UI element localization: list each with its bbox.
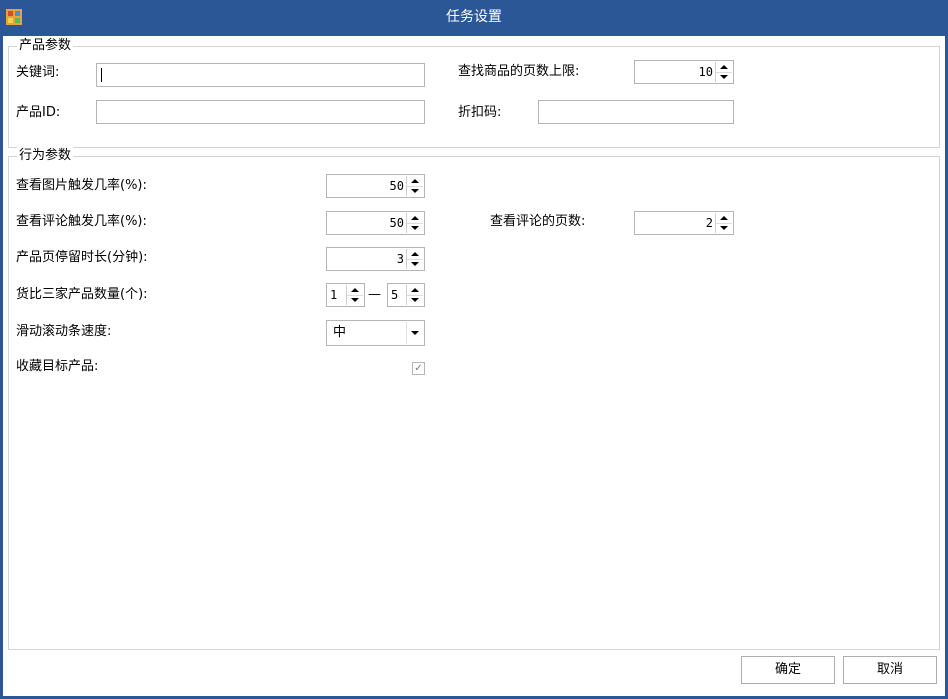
compare-max-spinner[interactable]: 5 <box>387 283 425 307</box>
stay-duration-value: 3 <box>396 252 404 266</box>
behavior-params-legend: 行为参数 <box>17 147 74 165</box>
spinner-buttons <box>715 62 732 82</box>
compare-min-spinner[interactable]: 1 <box>326 283 365 307</box>
arrow-down-icon <box>411 226 419 230</box>
ok-button[interactable]: 确定 <box>741 656 835 684</box>
view-review-label: 查看评论触发几率(%): <box>16 214 147 229</box>
view-image-spinner[interactable]: 50 <box>326 174 425 198</box>
compare-count-label: 货比三家产品数量(个): <box>16 287 148 302</box>
view-image-value: 50 <box>389 179 404 193</box>
text-caret <box>101 68 102 82</box>
spin-down-button[interactable] <box>407 186 423 196</box>
favorite-checkbox[interactable]: ✓ <box>412 362 425 375</box>
product-params-group: 产品参数 <box>8 37 940 148</box>
spin-down-button[interactable] <box>347 295 363 305</box>
spin-down-button[interactable] <box>716 223 732 233</box>
max-pages-value: 10 <box>698 65 713 79</box>
discount-code-input[interactable] <box>538 100 734 124</box>
behavior-params-group: 行为参数 <box>8 147 940 650</box>
arrow-down-icon <box>720 226 728 230</box>
spinner-buttons <box>406 249 423 269</box>
spin-down-button[interactable] <box>407 295 423 305</box>
spin-down-button[interactable] <box>407 259 423 269</box>
product-id-label: 产品ID: <box>16 105 61 120</box>
max-pages-label: 查找商品的页数上限: <box>458 64 580 79</box>
compare-max-value: 5 <box>391 288 399 302</box>
chevron-down-icon <box>411 331 419 335</box>
spinner-buttons <box>406 176 423 196</box>
product-id-input[interactable] <box>96 100 425 124</box>
discount-code-label: 折扣码: <box>458 105 502 120</box>
arrow-down-icon <box>411 262 419 266</box>
spin-down-button[interactable] <box>407 223 423 233</box>
review-pages-value: 2 <box>705 216 713 230</box>
stay-duration-spinner[interactable]: 3 <box>326 247 425 271</box>
arrow-down-icon <box>411 298 419 302</box>
arrow-up-icon <box>411 288 419 292</box>
review-pages-spinner[interactable]: 2 <box>634 211 734 235</box>
title-bar: 任务设置 <box>0 0 948 36</box>
max-pages-spinner[interactable]: 10 <box>634 60 734 84</box>
arrow-up-icon <box>351 288 359 292</box>
spinner-buttons <box>406 285 423 305</box>
scroll-speed-label: 滑动滚动条速度: <box>16 324 112 339</box>
compare-min-value: 1 <box>330 288 338 302</box>
window-title: 任务设置 <box>446 9 502 25</box>
view-review-value: 50 <box>389 216 404 230</box>
range-separator: — <box>368 287 381 302</box>
dropdown-button[interactable] <box>406 322 423 344</box>
dialog-client-area: 产品参数 关键词: 查找商品的页数上限: 10 产品ID: 折扣码: 行为参数 … <box>3 36 945 696</box>
arrow-down-icon <box>720 75 728 79</box>
favorite-label: 收藏目标产品: <box>16 359 99 374</box>
spinner-buttons <box>406 213 423 233</box>
keyword-label: 关键词: <box>16 65 60 80</box>
review-pages-label: 查看评论的页数: <box>490 214 586 229</box>
spin-down-button[interactable] <box>716 72 732 82</box>
stay-duration-label: 产品页停留时长(分钟): <box>16 250 148 265</box>
view-image-label: 查看图片触发几率(%): <box>16 178 147 193</box>
arrow-up-icon <box>411 252 419 256</box>
keyword-input[interactable] <box>96 63 425 87</box>
arrow-up-icon <box>411 179 419 183</box>
cancel-button[interactable]: 取消 <box>843 656 937 684</box>
spinner-buttons <box>346 285 363 305</box>
arrow-up-icon <box>720 65 728 69</box>
arrow-down-icon <box>411 189 419 193</box>
scroll-speed-value: 中 <box>333 325 347 340</box>
arrow-up-icon <box>411 216 419 220</box>
view-review-spinner[interactable]: 50 <box>326 211 425 235</box>
product-params-legend: 产品参数 <box>17 37 74 55</box>
spinner-buttons <box>715 213 732 233</box>
arrow-up-icon <box>720 216 728 220</box>
task-settings-window: 任务设置 产品参数 关键词: 查找商品的页数上限: 10 产品ID: 折扣码: <box>0 0 948 699</box>
arrow-down-icon <box>351 298 359 302</box>
scroll-speed-select[interactable]: 中 <box>326 320 425 346</box>
